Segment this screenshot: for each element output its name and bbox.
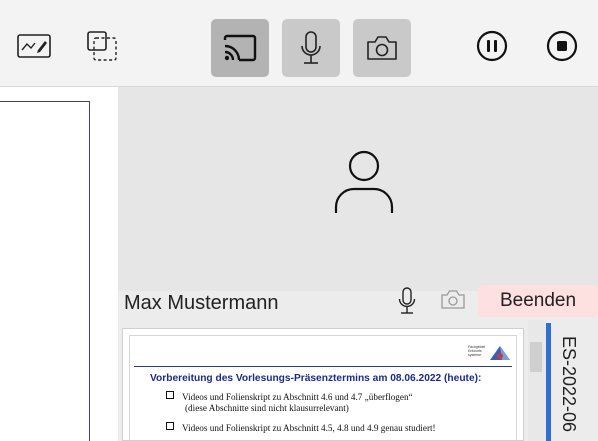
logo-text: Fachgebiet Entwurfs systeme: [468, 345, 486, 357]
participant-name: Max Mustermann: [124, 292, 279, 314]
slide-header-rule: [134, 366, 512, 367]
screen-share-button[interactable]: [211, 19, 269, 77]
cast-icon: [223, 34, 257, 62]
screen-region-button[interactable]: [82, 28, 122, 64]
toolbar: [0, 0, 598, 87]
slide-title: Vorbereitung des Vorlesungs-Präsenztermi…: [150, 373, 482, 384]
camera-status-icon[interactable]: [440, 287, 466, 311]
stop-icon: [546, 30, 578, 62]
whiteboard-button[interactable]: [14, 28, 54, 64]
slide-bullet: Videos und Folienskript zu Abschnitt 4.5…: [166, 422, 436, 433]
slide-thumbnail[interactable]: Fachgebiet Entwurfs systeme Vorbereitung…: [122, 328, 524, 441]
fachgebiet-logo: [490, 346, 510, 360]
region-select-icon: [87, 31, 117, 61]
slide-page: Fachgebiet Entwurfs systeme Vorbereitung…: [129, 335, 517, 440]
stop-button[interactable]: [542, 28, 582, 64]
microphone-status-icon[interactable]: [398, 287, 416, 315]
vertical-scrollbar[interactable]: [528, 320, 546, 441]
camera-icon: [367, 36, 397, 60]
whiteboard-pen-icon: [17, 34, 51, 58]
pause-button[interactable]: [472, 28, 512, 64]
end-button[interactable]: Beenden: [478, 285, 598, 317]
participant-video: [118, 87, 598, 291]
person-icon: [334, 150, 394, 213]
microphone-button[interactable]: [282, 19, 340, 77]
scrollbar-thumb[interactable]: [530, 342, 542, 372]
camera-button[interactable]: [353, 19, 411, 77]
recording-label: ES-2022-06: [559, 336, 579, 433]
slide-border: [0, 101, 90, 441]
slide-bullet-note: (diese Abschnitte sind nicht klausurrele…: [185, 403, 349, 413]
microphone-icon: [301, 31, 321, 64]
participant-bar: Max Mustermann Beenden: [118, 282, 598, 320]
checkbox-icon: [166, 422, 174, 430]
pause-icon: [476, 30, 508, 62]
slide-bullet: Videos und Folienskript zu Abschnitt 4.6…: [166, 391, 413, 402]
checkbox-icon: [166, 391, 174, 399]
